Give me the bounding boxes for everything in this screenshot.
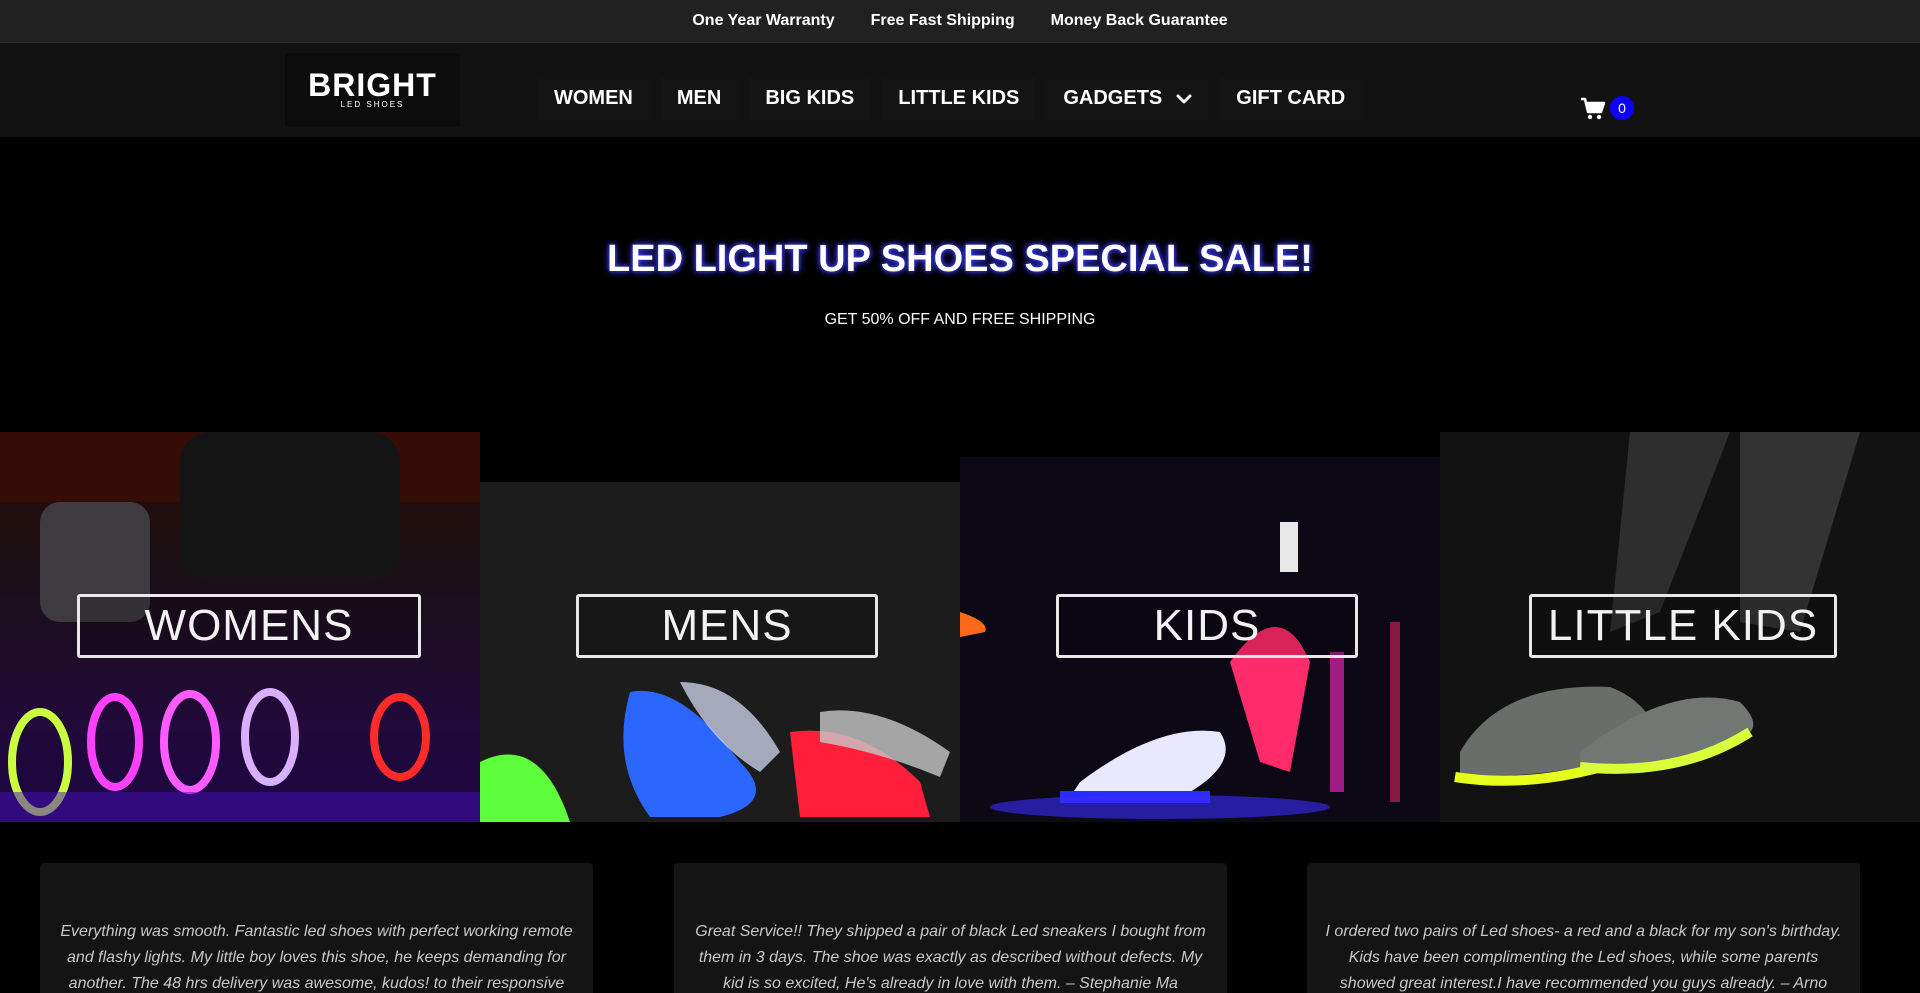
category-tile-mens[interactable]: MENS	[480, 432, 960, 822]
nav-gift-card-label: GIFT CARD	[1236, 86, 1346, 109]
reviews-section: Everything was smooth. Fantastic led sho…	[0, 863, 1920, 993]
hero-subtitle: GET 50% OFF AND FREE SHIPPING	[824, 311, 1096, 328]
review-card: I ordered two pairs of Led shoes- a red …	[1307, 863, 1860, 993]
little-kids-label: LITTLE KIDS	[1529, 594, 1837, 658]
cart-icon[interactable]	[1580, 97, 1606, 121]
category-tile-womens[interactable]: WOMENS	[0, 432, 480, 822]
main-nav: WOMEN MEN BIG KIDS LITTLE KIDS GADGETS G…	[538, 76, 1373, 120]
category-tile-kids[interactable]: KIDS	[960, 432, 1440, 822]
mens-label: MENS	[576, 594, 878, 658]
nav-gadgets[interactable]: GADGETS	[1047, 76, 1209, 120]
nav-women[interactable]: WOMEN	[538, 76, 649, 120]
nav-men-label: MEN	[676, 86, 722, 109]
chevron-down-icon	[1176, 90, 1192, 106]
category-tiles: WOMENS MENS KIDS LITTLE KIDS	[0, 432, 1920, 822]
nav-big-kids[interactable]: BIG KIDS	[749, 76, 871, 120]
nav-big-kids-label: BIG KIDS	[765, 86, 855, 109]
review-text: I ordered two pairs of Led shoes- a red …	[1325, 923, 1842, 992]
warranty-text: One Year Warranty	[692, 12, 835, 29]
cart-count-badge[interactable]: 0	[1610, 96, 1634, 120]
nav-little-kids-label: LITTLE KIDS	[898, 86, 1020, 109]
review-text: Great Service!! They shipped a pair of b…	[695, 923, 1206, 992]
guarantee-text: Money Back Guarantee	[1050, 12, 1228, 29]
logo-tagline: LED SHOES	[340, 100, 405, 109]
womens-label: WOMENS	[77, 594, 421, 658]
review-card: Great Service!! They shipped a pair of b…	[674, 863, 1227, 993]
nav-women-label: WOMEN	[554, 86, 633, 109]
shipping-text: Free Fast Shipping	[870, 12, 1015, 29]
review-text: Everything was smooth. Fantastic led sho…	[60, 923, 573, 992]
logo-wordmark: BRIGHT	[308, 67, 437, 103]
nav-gift-card[interactable]: GIFT CARD	[1220, 76, 1362, 120]
hero-title: LED LIGHT UP SHOES SPECIAL SALE!	[607, 238, 1313, 280]
nav-little-kids[interactable]: LITTLE KIDS	[882, 76, 1036, 120]
category-tile-little-kids[interactable]: LITTLE KIDS	[1440, 432, 1920, 822]
nav-men[interactable]: MEN	[660, 76, 738, 120]
announcement-bar: One Year Warranty Free Fast Shipping Mon…	[0, 0, 1920, 43]
nav-gadgets-label: GADGETS	[1063, 86, 1163, 109]
kids-label: KIDS	[1056, 594, 1358, 658]
site-header: BRIGHT LED SHOES WOMEN MEN BIG KIDS LITT…	[0, 43, 1920, 137]
review-card: Everything was smooth. Fantastic led sho…	[40, 863, 593, 993]
site-logo[interactable]: BRIGHT LED SHOES	[285, 53, 460, 127]
